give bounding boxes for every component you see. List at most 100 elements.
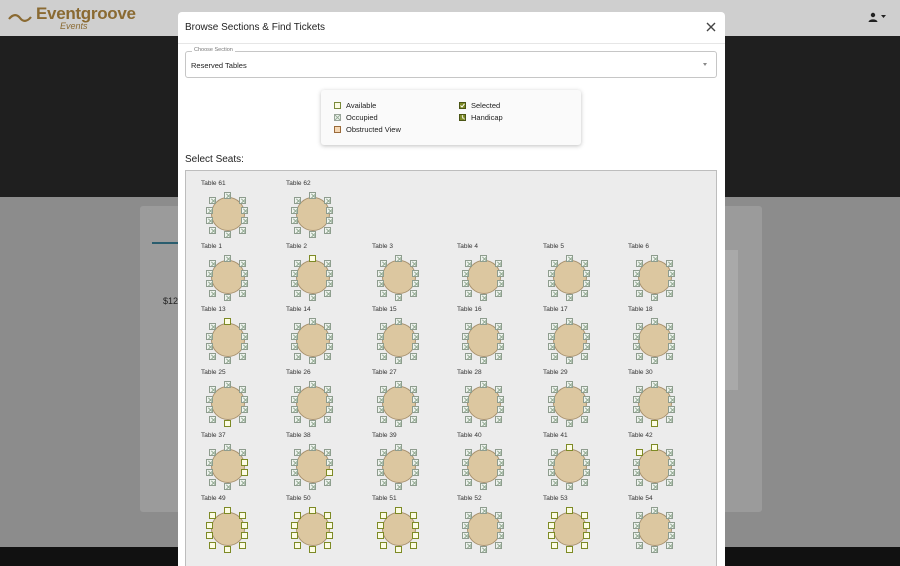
table-label: Table 3 [372,243,393,250]
seat-available[interactable] [294,542,301,549]
seat-occupied [224,231,231,238]
seat-available[interactable] [566,546,573,553]
seat-available[interactable] [326,532,333,539]
seat-available[interactable] [380,512,387,519]
seat-available[interactable] [636,449,643,456]
table-group: Table 54 [620,495,690,555]
seat-available[interactable] [324,512,331,519]
seat-available[interactable] [206,522,213,529]
seat-available[interactable] [309,507,316,514]
seat-occupied [566,294,573,301]
seat-available[interactable] [412,532,419,539]
seat-available[interactable] [224,420,231,427]
seat-available[interactable] [324,542,331,549]
seat-available[interactable] [224,318,231,325]
seat-occupied [326,459,333,466]
seat-available[interactable] [326,522,333,529]
seat-available[interactable] [551,542,558,549]
wave-icon [8,14,32,22]
seat-occupied [209,323,216,330]
table-group: Table 41 [535,432,605,492]
seat-available[interactable] [224,507,231,514]
seat-available[interactable] [209,542,216,549]
user-menu-button[interactable] [868,12,886,22]
seat-occupied [324,449,331,456]
seat-available[interactable] [326,469,333,476]
seat-available[interactable] [241,469,248,476]
seat-occupied [583,459,590,466]
seat-occupied [206,207,213,214]
seat-occupied [548,459,555,466]
seat-available[interactable] [581,542,588,549]
seat-available[interactable] [309,255,316,262]
seat-occupied [395,381,402,388]
seat-available[interactable] [239,512,246,519]
seat-occupied [551,479,558,486]
seat-available[interactable] [241,522,248,529]
seat-available[interactable] [224,546,231,553]
seat-occupied [324,353,331,360]
seat-available[interactable] [548,532,555,539]
seat-available[interactable] [380,542,387,549]
seat-available[interactable] [241,459,248,466]
seat-occupied [633,406,640,413]
seat-available[interactable] [566,507,573,514]
seat-occupied [666,290,673,297]
seat-occupied [551,260,558,267]
seat-available[interactable] [583,522,590,529]
seat-available[interactable] [377,532,384,539]
seat-occupied [581,260,588,267]
seat-occupied [324,479,331,486]
seat-available[interactable] [651,420,658,427]
close-icon[interactable] [705,21,717,33]
seat-available[interactable] [583,532,590,539]
seat-available[interactable] [548,522,555,529]
seat-available[interactable] [309,546,316,553]
seat-available[interactable] [566,444,573,451]
map-preview[interactable] [724,250,738,390]
seat-available[interactable] [551,512,558,519]
seat-occupied [206,343,213,350]
brand-subtitle: Events [60,21,88,31]
seat-occupied [551,449,558,456]
seat-available[interactable] [291,532,298,539]
seat-occupied [224,192,231,199]
seat-occupied [377,406,384,413]
seat-available[interactable] [651,444,658,451]
seat-available[interactable] [241,532,248,539]
table-label: Table 14 [286,306,311,313]
browse-sections-modal: Browse Sections & Find Tickets Choose Se… [178,12,725,566]
seat-occupied [380,353,387,360]
select-seats-heading: Select Seats: [185,154,244,165]
seat-available[interactable] [209,512,216,519]
seat-available[interactable] [410,512,417,519]
seat-occupied [651,507,658,514]
seat-available[interactable] [412,522,419,529]
seat-available[interactable] [395,546,402,553]
seat-occupied [241,396,248,403]
seat-available[interactable] [239,542,246,549]
seat-occupied [326,406,333,413]
seat-available[interactable] [294,512,301,519]
seat-occupied [480,420,487,427]
seat-occupied [666,353,673,360]
seat-available[interactable] [206,532,213,539]
seat-occupied [377,459,384,466]
seat-available[interactable] [377,522,384,529]
seat-available[interactable] [410,542,417,549]
table-label: Table 29 [543,369,568,376]
seat-available[interactable] [581,512,588,519]
seat-occupied [636,542,643,549]
seat-occupied [462,522,469,529]
brand-logo[interactable]: Eventgroove Events [8,5,136,31]
seat-available[interactable] [291,522,298,529]
seat-occupied [636,386,643,393]
seat-occupied [581,290,588,297]
seat-occupied [465,353,472,360]
seat-occupied [666,479,673,486]
tab-tickets[interactable] [152,216,178,244]
table-label: Table 15 [372,306,397,313]
seat-available[interactable] [395,507,402,514]
seat-occupied [551,416,558,423]
section-select[interactable]: Choose Section Reserved Tables [185,47,717,78]
